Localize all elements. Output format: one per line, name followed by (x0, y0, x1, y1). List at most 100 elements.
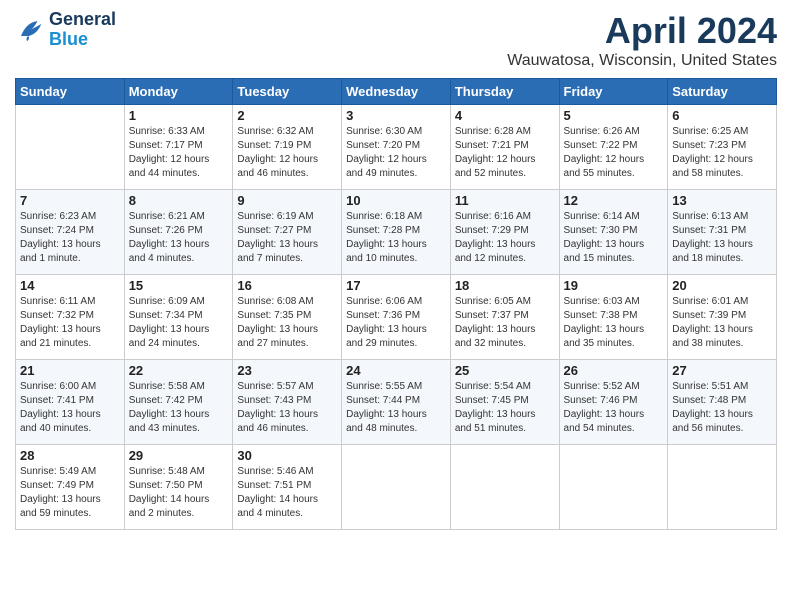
day-info: Sunrise: 6:19 AMSunset: 7:27 PMDaylight:… (237, 210, 337, 266)
calendar-cell: 9 Sunrise: 6:19 AMSunset: 7:27 PMDaylight… (233, 190, 342, 275)
day-info: Sunrise: 6:05 AMSunset: 7:37 PMDaylight:… (455, 295, 555, 351)
day-info: Sunrise: 6:00 AMSunset: 7:41 PMDaylight:… (20, 380, 120, 436)
calendar-cell: 22 Sunrise: 5:58 AMSunset: 7:42 PMDayligh… (124, 360, 233, 445)
day-info: Sunrise: 6:28 AMSunset: 7:21 PMDaylight:… (455, 125, 555, 181)
day-info: Sunrise: 5:54 AMSunset: 7:45 PMDaylight:… (455, 380, 555, 436)
day-number: 30 (237, 448, 337, 463)
day-info: Sunrise: 6:03 AMSunset: 7:38 PMDaylight:… (564, 295, 664, 351)
calendar-cell: 3Sunrise: 6:30 AMSunset: 7:20 PMDaylight… (342, 105, 451, 190)
day-info: Sunrise: 6:09 AMSunset: 7:34 PMDaylight:… (129, 295, 229, 351)
day-number: 5 (564, 108, 664, 123)
day-number: 18 (455, 278, 555, 293)
day-number: 17 (346, 278, 446, 293)
column-header-thursday: Thursday (450, 79, 559, 105)
day-info: Sunrise: 5:48 AMSunset: 7:50 PMDaylight:… (129, 465, 229, 521)
day-number: 26 (564, 363, 664, 378)
day-number: 1 (129, 108, 229, 123)
calendar-cell: 26 Sunrise: 5:52 AMSunset: 7:46 PMDayligh… (559, 360, 668, 445)
calendar-cell: 25Sunrise: 5:54 AMSunset: 7:45 PMDayligh… (450, 360, 559, 445)
day-info: Sunrise: 5:58 AMSunset: 7:42 PMDaylight:… (129, 380, 229, 436)
calendar-cell (450, 445, 559, 530)
day-number: 14 (20, 278, 120, 293)
column-header-sunday: Sunday (16, 79, 125, 105)
calendar-cell: 2 Sunrise: 6:32 AMSunset: 7:19 PMDaylight… (233, 105, 342, 190)
title-block: April 2024 Wauwatosa, Wisconsin, United … (507, 10, 777, 70)
day-info: Sunrise: 5:55 AMSunset: 7:44 PMDaylight:… (346, 380, 446, 436)
day-number: 8 (129, 193, 229, 208)
calendar-cell: 11Sunrise: 6:16 AMSunset: 7:29 PMDayligh… (450, 190, 559, 275)
day-info: Sunrise: 6:25 AMSunset: 7:23 PMDaylight:… (672, 125, 772, 181)
calendar-header-row: SundayMondayTuesdayWednesdayThursdayFrid… (16, 79, 777, 105)
calendar-cell: 24Sunrise: 5:55 AMSunset: 7:44 PMDayligh… (342, 360, 451, 445)
page-header: GeneralBlue April 2024 Wauwatosa, Wiscon… (15, 10, 777, 70)
calendar-cell: 4 Sunrise: 6:28 AMSunset: 7:21 PMDaylight… (450, 105, 559, 190)
day-info: Sunrise: 6:08 AMSunset: 7:35 PMDaylight:… (237, 295, 337, 351)
calendar-cell: 30 Sunrise: 5:46 AMSunset: 7:51 PMDayligh… (233, 445, 342, 530)
calendar-cell: 23 Sunrise: 5:57 AMSunset: 7:43 PMDayligh… (233, 360, 342, 445)
day-number: 9 (237, 193, 337, 208)
day-number: 2 (237, 108, 337, 123)
calendar-cell (16, 105, 125, 190)
calendar-cell: 28 Sunrise: 5:49 AMSunset: 7:49 PMDayligh… (16, 445, 125, 530)
calendar-table: SundayMondayTuesdayWednesdayThursdayFrid… (15, 78, 777, 530)
calendar-cell: 5 Sunrise: 6:26 AMSunset: 7:22 PMDaylight… (559, 105, 668, 190)
day-info: Sunrise: 6:23 AMSunset: 7:24 PMDaylight:… (20, 210, 120, 266)
day-info: Sunrise: 6:32 AMSunset: 7:19 PMDaylight:… (237, 125, 337, 181)
calendar-title: April 2024 (507, 10, 777, 52)
day-info: Sunrise: 6:33 AMSunset: 7:17 PMDaylight:… (129, 125, 229, 181)
day-number: 4 (455, 108, 555, 123)
calendar-cell: 12 Sunrise: 6:14 AMSunset: 7:30 PMDayligh… (559, 190, 668, 275)
day-info: Sunrise: 5:46 AMSunset: 7:51 PMDaylight:… (237, 465, 337, 521)
calendar-cell: 10 Sunrise: 6:18 AMSunset: 7:28 PMDayligh… (342, 190, 451, 275)
column-header-tuesday: Tuesday (233, 79, 342, 105)
calendar-cell: 29 Sunrise: 5:48 AMSunset: 7:50 PMDayligh… (124, 445, 233, 530)
calendar-cell: 17 Sunrise: 6:06 AMSunset: 7:36 PMDayligh… (342, 275, 451, 360)
day-info: Sunrise: 6:26 AMSunset: 7:22 PMDaylight:… (564, 125, 664, 181)
day-number: 6 (672, 108, 772, 123)
day-info: Sunrise: 6:01 AMSunset: 7:39 PMDaylight:… (672, 295, 772, 351)
column-header-friday: Friday (559, 79, 668, 105)
day-number: 3 (346, 108, 446, 123)
calendar-cell: 6 Sunrise: 6:25 AMSunset: 7:23 PMDaylight… (668, 105, 777, 190)
calendar-cell: 7 Sunrise: 6:23 AMSunset: 7:24 PMDaylight… (16, 190, 125, 275)
day-number: 15 (129, 278, 229, 293)
logo: GeneralBlue (15, 10, 116, 50)
calendar-cell: 15 Sunrise: 6:09 AMSunset: 7:34 PMDayligh… (124, 275, 233, 360)
day-info: Sunrise: 5:52 AMSunset: 7:46 PMDaylight:… (564, 380, 664, 436)
calendar-cell: 14 Sunrise: 6:11 AMSunset: 7:32 PMDayligh… (16, 275, 125, 360)
day-number: 23 (237, 363, 337, 378)
day-info: Sunrise: 5:49 AMSunset: 7:49 PMDaylight:… (20, 465, 120, 521)
day-number: 13 (672, 193, 772, 208)
day-info: Sunrise: 6:06 AMSunset: 7:36 PMDaylight:… (346, 295, 446, 351)
logo-text: GeneralBlue (49, 10, 116, 50)
day-number: 7 (20, 193, 120, 208)
calendar-subtitle: Wauwatosa, Wisconsin, United States (507, 52, 777, 70)
day-info: Sunrise: 5:51 AMSunset: 7:48 PMDaylight:… (672, 380, 772, 436)
calendar-week-5: 28 Sunrise: 5:49 AMSunset: 7:49 PMDayligh… (16, 445, 777, 530)
day-number: 10 (346, 193, 446, 208)
column-header-saturday: Saturday (668, 79, 777, 105)
day-info: Sunrise: 6:21 AMSunset: 7:26 PMDaylight:… (129, 210, 229, 266)
day-number: 29 (129, 448, 229, 463)
day-info: Sunrise: 6:16 AMSunset: 7:29 PMDaylight:… (455, 210, 555, 266)
day-number: 20 (672, 278, 772, 293)
day-number: 28 (20, 448, 120, 463)
calendar-cell: 18 Sunrise: 6:05 AMSunset: 7:37 PMDayligh… (450, 275, 559, 360)
calendar-cell: 8 Sunrise: 6:21 AMSunset: 7:26 PMDaylight… (124, 190, 233, 275)
day-number: 27 (672, 363, 772, 378)
day-number: 12 (564, 193, 664, 208)
calendar-cell: 16 Sunrise: 6:08 AMSunset: 7:35 PMDayligh… (233, 275, 342, 360)
calendar-cell: 27 Sunrise: 5:51 AMSunset: 7:48 PMDayligh… (668, 360, 777, 445)
day-info: Sunrise: 6:18 AMSunset: 7:28 PMDaylight:… (346, 210, 446, 266)
day-info: Sunrise: 5:57 AMSunset: 7:43 PMDaylight:… (237, 380, 337, 436)
day-info: Sunrise: 6:14 AMSunset: 7:30 PMDaylight:… (564, 210, 664, 266)
column-header-monday: Monday (124, 79, 233, 105)
calendar-week-2: 7 Sunrise: 6:23 AMSunset: 7:24 PMDaylight… (16, 190, 777, 275)
calendar-cell: 20 Sunrise: 6:01 AMSunset: 7:39 PMDayligh… (668, 275, 777, 360)
calendar-cell: 1 Sunrise: 6:33 AMSunset: 7:17 PMDaylight… (124, 105, 233, 190)
day-number: 22 (129, 363, 229, 378)
day-info: Sunrise: 6:13 AMSunset: 7:31 PMDaylight:… (672, 210, 772, 266)
calendar-cell: 13 Sunrise: 6:13 AMSunset: 7:31 PMDayligh… (668, 190, 777, 275)
day-number: 16 (237, 278, 337, 293)
day-info: Sunrise: 6:11 AMSunset: 7:32 PMDaylight:… (20, 295, 120, 351)
